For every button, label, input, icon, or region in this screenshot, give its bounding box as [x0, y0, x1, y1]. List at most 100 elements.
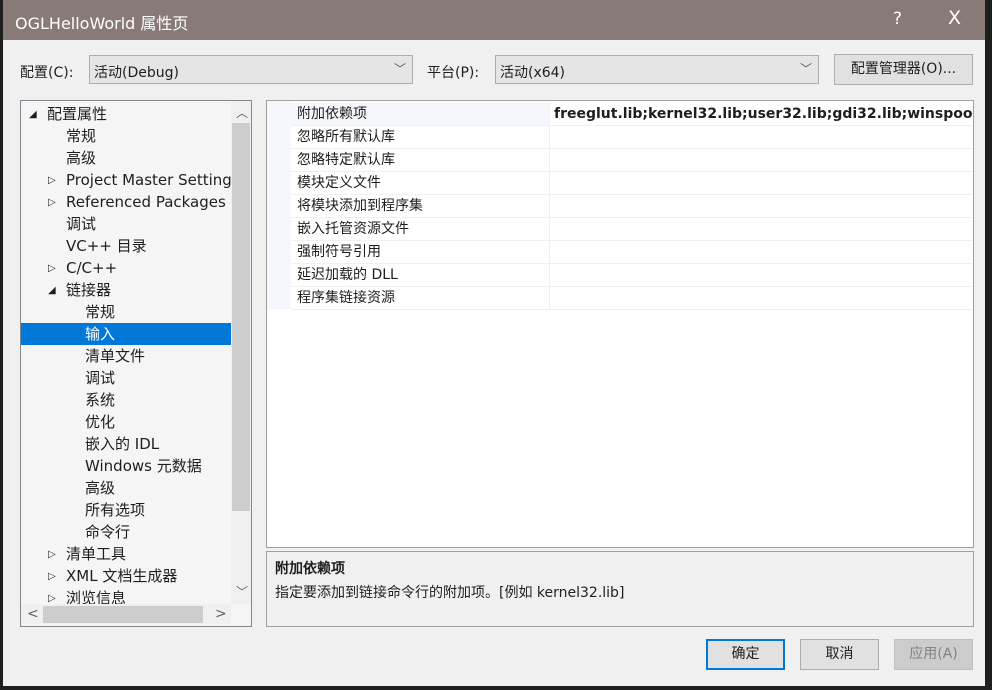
tree-item[interactable]: 输入 — [21, 323, 231, 345]
help-button[interactable]: ? — [893, 9, 902, 29]
tree-item-label: Windows 元数据 — [85, 457, 202, 475]
scroll-left-icon[interactable]: < — [27, 606, 39, 622]
tree-item-label: 链接器 — [66, 281, 112, 299]
property-name: 强制符号引用 — [297, 244, 381, 260]
scrollbar-thumb[interactable] — [232, 123, 250, 511]
tree-item[interactable]: ◢ 链接器 — [21, 279, 231, 301]
property-pages-dialog: OGLHelloWorld 属性页 ? X 配置(C): 活动(Debug) ﹀… — [3, 0, 985, 686]
column-divider — [549, 195, 550, 218]
scroll-right-icon[interactable]: > — [215, 606, 227, 622]
ok-button[interactable]: 确定 — [706, 639, 785, 670]
column-divider — [549, 172, 550, 195]
property-row[interactable]: 延迟加载的 DLL — [291, 264, 973, 287]
description-text: 指定要添加到链接命令行的附加项。[例如 kernel32.lib] — [275, 585, 625, 601]
tree-item-label: 配置属性 — [47, 105, 108, 123]
column-divider — [549, 241, 550, 264]
property-name: 忽略所有默认库 — [297, 129, 395, 145]
title-bar: OGLHelloWorld 属性页 ? X — [3, 0, 985, 40]
grid-gutter — [267, 101, 291, 309]
collapsed-arrow-icon[interactable]: ▷ — [48, 258, 56, 280]
platform-value: 活动(x64) — [500, 65, 566, 81]
chevron-down-icon: ﹀ — [393, 62, 406, 76]
property-name: 延迟加载的 DLL — [297, 267, 398, 283]
tree-horizontal-scrollbar[interactable]: < > — [21, 604, 231, 624]
scroll-down-icon[interactable]: ﹀ — [236, 583, 248, 600]
description-panel: 附加依赖项 指定要添加到链接命令行的附加项。[例如 kernel32.lib] — [266, 551, 974, 627]
tree-item[interactable]: 高级 — [21, 147, 231, 169]
config-label: 配置(C): — [20, 65, 74, 81]
collapsed-arrow-icon[interactable]: ▷ — [48, 170, 56, 192]
tree-item[interactable]: ▷ Referenced Packages — [21, 191, 231, 213]
tree-item-label: 输入 — [85, 325, 116, 343]
tree-item[interactable]: VC++ 目录 — [21, 235, 231, 257]
tree-item[interactable]: Windows 元数据 — [21, 455, 231, 477]
tree-item-label: Project Master Setting — [66, 171, 232, 189]
tree-item-label: 调试 — [85, 369, 116, 387]
property-name: 忽略特定默认库 — [297, 152, 395, 168]
chevron-down-icon: ﹀ — [799, 62, 812, 76]
property-row[interactable]: 嵌入托管资源文件 — [291, 218, 973, 241]
tree-item[interactable]: 常规 — [21, 125, 231, 147]
property-name: 程序集链接资源 — [297, 290, 395, 306]
tree-item[interactable]: 常规 — [21, 301, 231, 323]
tree-item[interactable]: 嵌入的 IDL — [21, 433, 231, 455]
platform-label: 平台(P): — [427, 65, 480, 81]
tree-item[interactable]: 优化 — [21, 411, 231, 433]
tree-item[interactable]: ▷ 清单工具 — [21, 543, 231, 565]
property-row[interactable]: 模块定义文件 — [291, 172, 973, 195]
property-name: 模块定义文件 — [297, 175, 381, 191]
tree-item-label: C/C++ — [66, 259, 118, 277]
tree-item[interactable]: ▷ XML 文档生成器 — [21, 565, 231, 587]
tree-item-label: 清单文件 — [85, 347, 146, 365]
collapsed-arrow-icon[interactable]: ▷ — [48, 192, 56, 214]
property-name: 附加依赖项 — [297, 106, 367, 122]
column-divider — [549, 149, 550, 172]
cancel-button[interactable]: 取消 — [800, 639, 879, 670]
collapsed-arrow-icon[interactable]: ▷ — [48, 566, 56, 588]
tree-item[interactable]: 所有选项 — [21, 499, 231, 521]
tree-item-label: 命令行 — [85, 523, 131, 541]
config-dropdown[interactable]: 活动(Debug) ﹀ — [89, 55, 413, 84]
tree-item[interactable]: ▷ C/C++ — [21, 257, 231, 279]
apply-button[interactable]: 应用(A) — [894, 639, 973, 670]
tree-item-label: Referenced Packages — [66, 193, 226, 211]
config-value: 活动(Debug) — [94, 65, 179, 81]
column-divider — [549, 264, 550, 287]
tree-item[interactable]: 调试 — [21, 213, 231, 235]
property-row[interactable]: 忽略特定默认库 — [291, 149, 973, 172]
tree-vertical-scrollbar[interactable]: ︿ ﹀ — [231, 101, 251, 604]
scrollbar-thumb[interactable] — [43, 606, 203, 623]
tree-item[interactable]: 系统 — [21, 389, 231, 411]
tree-item-label: 调试 — [66, 215, 97, 233]
expanded-arrow-icon[interactable]: ◢ — [29, 104, 37, 126]
tree-item[interactable]: 清单文件 — [21, 345, 231, 367]
close-button[interactable]: X — [948, 7, 961, 29]
config-manager-button[interactable]: 配置管理器(O)... — [834, 54, 973, 85]
property-row[interactable]: 附加依赖项 freeglut.lib;kernel32.lib;user32.li… — [291, 103, 973, 126]
column-divider — [549, 126, 550, 149]
property-row[interactable]: 忽略所有默认库 — [291, 126, 973, 149]
tree-item[interactable]: 命令行 — [21, 521, 231, 543]
tree-item-label: 清单工具 — [66, 545, 127, 563]
tree-item[interactable]: 高级 — [21, 477, 231, 499]
scroll-up-icon[interactable]: ︿ — [236, 104, 248, 121]
tree-item-label: 常规 — [85, 303, 116, 321]
expanded-arrow-icon[interactable]: ◢ — [48, 280, 56, 302]
tree-item-label: 所有选项 — [85, 501, 146, 519]
property-row[interactable]: 强制符号引用 — [291, 241, 973, 264]
description-title: 附加依赖项 — [275, 561, 345, 577]
tree-item[interactable]: ▷ Project Master Setting — [21, 169, 232, 192]
platform-dropdown[interactable]: 活动(x64) ﹀ — [495, 55, 819, 84]
property-row[interactable]: 程序集链接资源 — [291, 287, 973, 310]
tree-item-label: 高级 — [66, 149, 97, 167]
tree-item-label: 高级 — [85, 479, 116, 497]
tree-item-label: 优化 — [85, 413, 116, 431]
column-divider — [549, 287, 550, 310]
window-title: OGLHelloWorld 属性页 — [15, 14, 189, 33]
property-value[interactable]: freeglut.lib;kernel32.lib;user32.lib;gdi… — [554, 103, 973, 125]
tree-item[interactable]: ◢ 配置属性 — [21, 103, 231, 125]
tree-item-label: VC++ 目录 — [66, 237, 147, 255]
tree-item[interactable]: 调试 — [21, 367, 231, 389]
property-row[interactable]: 将模块添加到程序集 — [291, 195, 973, 218]
collapsed-arrow-icon[interactable]: ▷ — [48, 544, 56, 566]
